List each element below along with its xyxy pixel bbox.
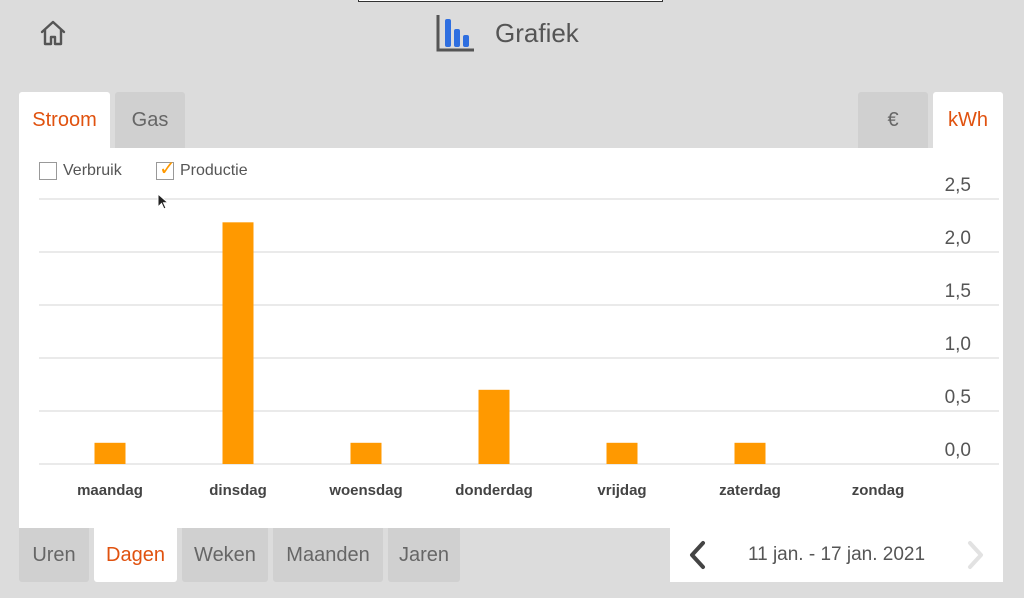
productie-checkbox[interactable]: ✓ [156, 158, 176, 180]
bar-maandag[interactable] [94, 442, 126, 464]
productie-label: Productie [180, 162, 248, 179]
x-tick-label-dinsdag: dinsdag [209, 482, 267, 499]
y-tick-label: 0,0 [945, 440, 971, 461]
verbruik-label: Verbruik [63, 162, 122, 179]
tab-weken[interactable]: Weken [182, 528, 268, 582]
mouse-cursor-icon [157, 193, 169, 210]
bar-woensdag[interactable] [350, 442, 382, 464]
x-tick-label-zaterdag: zaterdag [719, 482, 781, 499]
tab-stroom[interactable]: Stroom [19, 92, 110, 148]
tab-jaren[interactable]: Jaren [388, 528, 460, 582]
tab-maanden[interactable]: Maanden [273, 528, 383, 582]
chevron-right-icon[interactable] [959, 540, 989, 570]
page-title: Grafiek [495, 17, 579, 48]
bar-vrijdag[interactable] [606, 442, 638, 464]
x-tick-label-zondag: zondag [852, 482, 905, 499]
tab-gas[interactable]: Gas [115, 92, 185, 148]
page-title-group: Grafiek [436, 13, 579, 53]
x-tick-label-maandag: maandag [77, 482, 143, 499]
tab-gas-label: Gas [131, 108, 169, 131]
tab-stroom-label: Stroom [32, 108, 97, 131]
date-range: 11 jan. - 17 jan. 2021 [747, 544, 926, 565]
bar-zaterdag[interactable] [734, 442, 766, 464]
y-tick-label: 1,0 [945, 334, 971, 355]
top-notch [358, 0, 663, 2]
bar-donderdag[interactable] [478, 389, 510, 464]
tab-uren-label: Uren [32, 543, 76, 566]
x-tick-label-vrijdag: vrijdag [597, 482, 646, 499]
tab-maanden-label: Maanden [286, 543, 370, 566]
y-tick-label: 0,5 [945, 387, 971, 408]
filter-verbruik[interactable]: Verbruik [39, 162, 122, 180]
filter-productie[interactable]: ✓ Productie [156, 158, 248, 180]
tab-uren[interactable]: Uren [19, 528, 89, 582]
date-navigator: 11 jan. - 17 jan. 2021 [670, 528, 1003, 582]
y-tick-label: 1,5 [945, 281, 971, 302]
tab-euro[interactable]: € [858, 92, 928, 148]
tab-jaren-label: Jaren [398, 543, 450, 566]
y-tick-label: 2,5 [945, 175, 971, 196]
x-tick-label-donderdag: donderdag [455, 482, 533, 499]
y-tick-label: 2,0 [945, 228, 971, 249]
tab-weken-label: Weken [194, 543, 256, 566]
bar-dinsdag[interactable] [222, 222, 254, 464]
bar-chart-icon [436, 15, 474, 52]
checkmark-icon: ✓ [159, 158, 176, 180]
x-tick-label-woensdag: woensdag [328, 482, 402, 499]
tab-dagen[interactable]: Dagen [94, 528, 177, 582]
tab-kwh[interactable]: kWh [933, 92, 1003, 148]
verbruik-checkbox[interactable] [39, 162, 57, 180]
tab-kwh-label: kWh [948, 108, 988, 131]
home-icon[interactable] [38, 18, 68, 48]
tab-euro-label: € [887, 108, 899, 131]
tab-dagen-label: Dagen [106, 543, 165, 566]
